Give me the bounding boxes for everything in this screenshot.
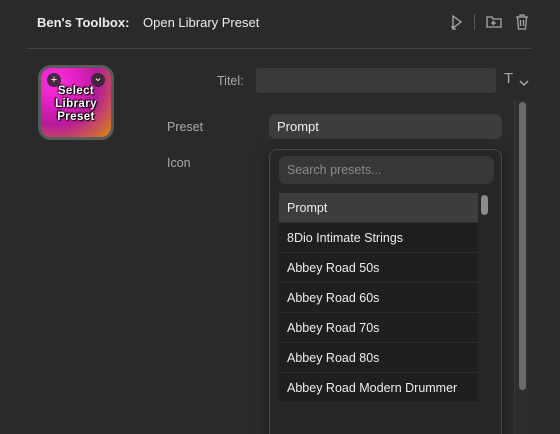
preset-icon-text: Select Library Preset: [55, 85, 97, 123]
list-item[interactable]: Abbey Road 80s: [279, 343, 478, 373]
header-bar: Ben's Toolbox: Open Library Preset: [0, 0, 560, 46]
icon-label: Icon: [167, 156, 191, 170]
form-scrollbar-thumb[interactable]: [519, 102, 526, 390]
folder-icon[interactable]: [485, 13, 503, 31]
preset-select[interactable]: Prompt: [269, 114, 502, 139]
preset-dropdown: Prompt 8Dio Intimate Strings Abbey Road …: [269, 149, 502, 434]
action-title: Open Library Preset: [143, 15, 260, 30]
titel-input[interactable]: [256, 68, 496, 93]
chevron-down-icon[interactable]: ⌄: [91, 73, 105, 87]
list-item[interactable]: Abbey Road Modern Drummer: [279, 373, 478, 403]
chevron-down-icon[interactable]: [519, 74, 529, 92]
text-format-button[interactable]: T: [504, 70, 513, 87]
list-item[interactable]: Abbey Road 70s: [279, 313, 478, 343]
trash-icon[interactable]: [513, 13, 531, 31]
list-item[interactable]: Prompt: [279, 193, 478, 223]
run-icon[interactable]: [448, 13, 466, 31]
list-scrollbar[interactable]: [478, 193, 492, 434]
header-divider: [474, 14, 475, 30]
preset-label: Preset: [167, 120, 204, 134]
search-input[interactable]: [279, 156, 494, 184]
preset-list: Prompt 8Dio Intimate Strings Abbey Road …: [279, 193, 478, 403]
list-scrollbar-thumb[interactable]: [481, 195, 488, 215]
titel-label: Titel:: [217, 74, 244, 88]
form-scrollbar[interactable]: [514, 100, 529, 434]
add-icon-badge[interactable]: +: [47, 73, 61, 87]
list-item[interactable]: 8Dio Intimate Strings: [279, 223, 478, 253]
app-name: Ben's Toolbox:: [37, 15, 130, 30]
header-separator: [27, 48, 532, 49]
list-item[interactable]: Abbey Road 50s: [279, 253, 478, 283]
preset-icon-tile[interactable]: + ⌄ Select Library Preset: [38, 65, 114, 140]
list-item[interactable]: Abbey Road 60s: [279, 283, 478, 313]
